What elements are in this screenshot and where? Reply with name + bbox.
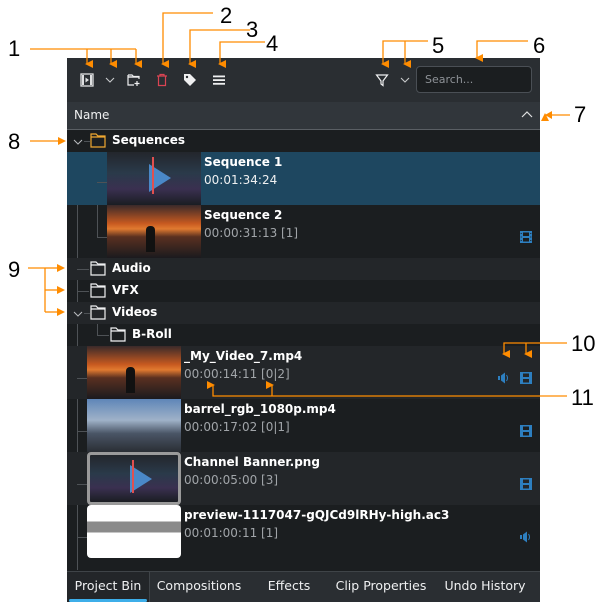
folder-row-audio[interactable]: Audio (67, 258, 540, 280)
clip-info: 00:00:05:00 [3] (184, 473, 279, 487)
folder-row-videos[interactable]: Videos (67, 302, 540, 324)
clip-title: preview-1117047-gQJCd9lRHy-high.ac3 (184, 508, 450, 522)
chevron-down-icon (400, 77, 410, 83)
annotation-7: 7 (574, 102, 587, 127)
filter-menu-button[interactable] (395, 70, 415, 90)
clip-title: _My_Video_7.mp4 (184, 349, 303, 363)
silhouette (126, 367, 136, 394)
filter-icon (375, 74, 389, 87)
folder-row-broll[interactable]: B-Roll (67, 324, 540, 346)
thumbnail-timeline (107, 152, 201, 205)
audio-icon (520, 531, 530, 543)
add-clip-icon (80, 73, 94, 87)
tag-icon (184, 74, 196, 86)
annotation-6: 6 (533, 33, 546, 58)
folder-icon (90, 305, 106, 320)
folder-row-vfx[interactable]: VFX (67, 280, 540, 302)
thumbnail-timeline (87, 452, 181, 505)
clip-info: 00:01:00:11 [1] (184, 526, 279, 540)
clip-info: 00:00:17:02 [0|1] (184, 420, 290, 434)
clip-title: Channel Banner.png (184, 455, 320, 469)
annotation-10: 10 (571, 331, 596, 356)
folder-icon (110, 327, 126, 342)
clip-info: 00:00:31:13 [1] (204, 226, 299, 240)
clip-row[interactable]: preview-1117047-gQJCd9lRHy-high.ac3 00:0… (67, 505, 540, 558)
clip-title: barrel_rgb_1080p.mp4 (184, 402, 336, 416)
chevron-down-icon[interactable] (72, 308, 84, 320)
folder-label: Audio (112, 261, 151, 275)
folder-label: VFX (112, 283, 139, 297)
tab-compositions[interactable]: Compositions (150, 572, 248, 602)
add-clip-button[interactable] (77, 70, 97, 90)
toolbar (67, 58, 540, 102)
playhead (152, 157, 155, 195)
thumbnail-sunset (87, 346, 181, 399)
project-bin-panel: Name Sequences Sequence 1 00:01:34:24 Se… (67, 58, 540, 602)
tab-effects[interactable]: Effects (255, 572, 323, 602)
delete-button[interactable] (152, 70, 172, 90)
folder-label: Videos (112, 305, 158, 319)
annotation-4: 4 (266, 31, 279, 56)
create-folder-button[interactable] (124, 70, 144, 90)
column-header[interactable]: Name (67, 102, 540, 130)
search-input[interactable] (416, 66, 532, 93)
folder-row-sequences[interactable]: Sequences (67, 130, 540, 152)
clip-title: Sequence 2 (204, 208, 283, 222)
hamburger-menu-icon (213, 75, 225, 85)
folder-label: Sequences (112, 133, 185, 147)
menu-button[interactable] (209, 70, 229, 90)
annotation-5: 5 (432, 33, 445, 58)
thumbnail-sunset (107, 205, 201, 258)
chevron-up-icon[interactable] (520, 108, 534, 122)
clip-row[interactable]: barrel_rgb_1080p.mp4 00:00:17:02 [0|1] (67, 399, 540, 452)
annotation-11: 11 (571, 385, 594, 410)
thumbnail-waveform (87, 505, 181, 558)
silhouette (146, 226, 156, 253)
annotation-3: 3 (246, 17, 259, 42)
tab-project-bin[interactable]: Project Bin (67, 572, 150, 602)
thumbnail-city (87, 399, 181, 452)
tab-undo-history[interactable]: Undo History (437, 572, 533, 602)
audio-icon (498, 372, 508, 384)
playhead (132, 459, 135, 493)
filter-button[interactable] (372, 70, 392, 90)
chevron-down-icon[interactable] (72, 136, 84, 148)
tab-clip-properties[interactable]: Clip Properties (331, 572, 431, 602)
trash-icon (157, 73, 167, 87)
annotation-2: 2 (220, 3, 233, 28)
bottom-tab-bar: Project Bin Compositions Effects Clip Pr… (67, 571, 540, 602)
folder-icon (90, 261, 106, 276)
column-header-name: Name (74, 108, 110, 122)
chevron-down-icon (105, 77, 115, 83)
film-icon (520, 478, 532, 490)
clip-row[interactable]: _My_Video_7.mp4 00:00:14:11 [0|2] (67, 346, 540, 399)
folder-icon (90, 133, 106, 148)
project-tree: Sequences Sequence 1 00:01:34:24 Sequenc… (67, 130, 540, 570)
folder-label: B-Roll (132, 327, 172, 341)
clip-info: 00:00:14:11 [0|2] (184, 367, 290, 381)
add-clip-menu-button[interactable] (100, 70, 120, 90)
annotation-9: 9 (8, 257, 21, 282)
clip-row[interactable]: Channel Banner.png 00:00:05:00 [3] (67, 452, 540, 505)
tag-button[interactable] (180, 70, 200, 90)
folder-add-icon (127, 74, 140, 86)
film-icon (520, 372, 532, 384)
clip-info: 00:01:34:24 (204, 173, 278, 187)
annotation-8: 8 (8, 129, 21, 154)
clip-row[interactable]: Sequence 2 00:00:31:13 [1] (67, 205, 540, 258)
film-icon (520, 231, 532, 243)
clip-row[interactable]: Sequence 1 00:01:34:24 (67, 152, 540, 205)
folder-icon (90, 283, 106, 298)
film-icon (520, 425, 532, 437)
clip-title: Sequence 1 (204, 155, 283, 169)
annotation-1: 1 (8, 36, 21, 61)
